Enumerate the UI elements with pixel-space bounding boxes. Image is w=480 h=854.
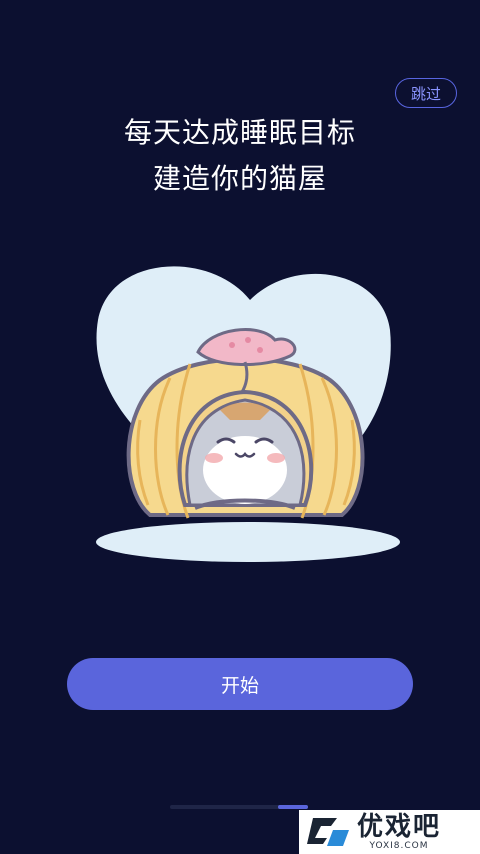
page-indicator-active <box>278 805 308 809</box>
skip-button[interactable]: 跳过 <box>395 78 457 108</box>
page-title: 每天达成睡眠目标 建造你的猫屋 <box>0 110 480 202</box>
watermark-subtitle: YOXI8.COM <box>369 841 429 851</box>
start-button[interactable]: 开始 <box>67 658 413 710</box>
watermark-logo-icon <box>307 818 349 846</box>
page-indicator <box>170 805 308 809</box>
title-line-1: 每天达成睡眠目标 <box>123 116 356 149</box>
floor-shadow <box>96 522 400 562</box>
watermark: 优戏吧 YOXI8.COM <box>299 810 480 854</box>
cat-house-illustration <box>96 266 400 562</box>
title-line-2: 建造你的猫屋 <box>152 162 327 195</box>
watermark-title: 优戏吧 <box>357 812 442 842</box>
